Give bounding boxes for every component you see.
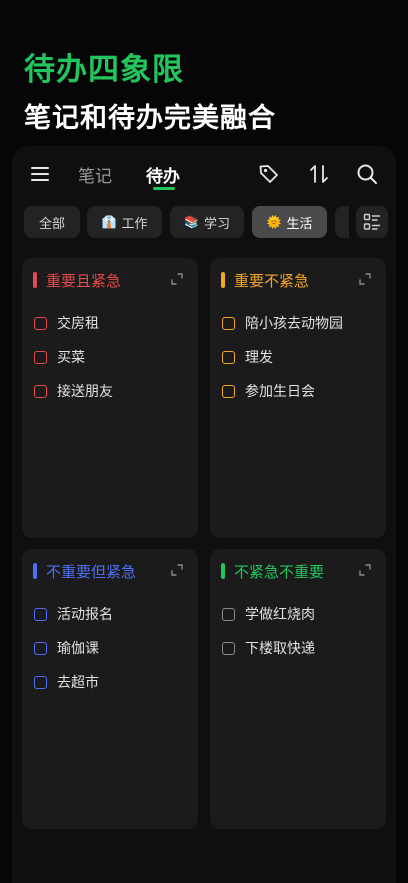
- quadrant-not-important-urgent: 不重要但紧急 活动报名 瑜伽课 去超市: [22, 549, 198, 829]
- search-icon[interactable]: [355, 162, 379, 186]
- quadrant-header: 不紧急不重要: [210, 549, 386, 593]
- task-label: 活动报名: [57, 607, 113, 623]
- filter-chip-all[interactable]: 全部: [24, 206, 80, 238]
- task-label: 瑜伽课: [57, 641, 99, 657]
- task-item[interactable]: 去超市: [34, 670, 184, 694]
- list-layout-icon: [363, 213, 381, 230]
- task-label: 学做红烧肉: [245, 607, 315, 623]
- task-label: 接送朋友: [57, 384, 113, 400]
- filter-chip-work[interactable]: 👔 工作: [87, 206, 162, 238]
- quadrant-color-bar: [221, 563, 225, 579]
- task-item[interactable]: 接送朋友: [34, 379, 184, 403]
- hero-title: 待办四象限: [24, 52, 184, 88]
- task-item[interactable]: 学做红烧肉: [222, 602, 372, 626]
- quadrant-color-bar: [221, 272, 225, 288]
- task-label: 去超市: [57, 675, 99, 691]
- expand-icon[interactable]: [170, 563, 184, 577]
- quadrant-title: 不紧急不重要: [234, 563, 325, 581]
- filter-chip-partial[interactable]: [335, 206, 349, 238]
- quadrant-color-bar: [33, 563, 37, 579]
- tag-icon[interactable]: [257, 162, 281, 186]
- tab-todo[interactable]: 待办: [146, 162, 180, 187]
- task-checkbox[interactable]: [34, 384, 47, 398]
- task-label: 理发: [245, 350, 273, 366]
- filter-chip-label: 全部: [38, 216, 65, 232]
- task-item[interactable]: 参加生日会: [222, 379, 372, 403]
- task-item[interactable]: 理发: [222, 345, 372, 369]
- task-checkbox[interactable]: [34, 607, 47, 621]
- task-checkbox[interactable]: [222, 384, 235, 398]
- task-checkbox[interactable]: [34, 350, 47, 364]
- sort-icon[interactable]: [307, 162, 331, 186]
- necktie-icon: 👔: [101, 215, 117, 229]
- sun-icon: 🌞: [266, 215, 282, 229]
- task-checkbox[interactable]: [34, 675, 47, 689]
- task-checkbox[interactable]: [222, 316, 235, 330]
- quadrant-important-not-urgent: 重要不紧急 陪小孩去动物园 理发 参加生日会: [210, 258, 386, 538]
- filter-chip-label: 学习: [203, 216, 230, 232]
- quadrant-title: 重要且紧急: [46, 272, 122, 290]
- layout-toggle-button[interactable]: [356, 206, 388, 238]
- active-tab-indicator: [153, 187, 175, 190]
- task-checkbox[interactable]: [34, 316, 47, 330]
- quadrant-header: 重要且紧急: [22, 258, 198, 302]
- task-item[interactable]: 买菜: [34, 345, 184, 369]
- category-filter-bar: 全部 👔 工作 📚 学习 🌞 生活: [12, 204, 396, 242]
- hero-subtitle: 笔记和待办完美融合: [24, 103, 276, 134]
- task-label: 陪小孩去动物园: [245, 316, 343, 332]
- filter-chip-label: 工作: [121, 216, 148, 232]
- filter-chip-label: 生活: [286, 216, 313, 232]
- task-label: 参加生日会: [245, 384, 315, 400]
- task-label: 下楼取快递: [245, 641, 315, 657]
- task-checkbox[interactable]: [222, 607, 235, 621]
- task-checkbox[interactable]: [222, 641, 235, 655]
- quadrant-title: 不重要但紧急: [46, 563, 137, 581]
- app-screen: 笔记 待办 全部 👔 工作 📚 学习 🌞 生活 重要且紧急 交房租 买菜 接送朋…: [12, 146, 396, 883]
- task-item[interactable]: 活动报名: [34, 602, 184, 626]
- menu-icon[interactable]: [30, 163, 52, 185]
- task-item[interactable]: 交房租: [34, 311, 184, 335]
- quadrant-header: 重要不紧急: [210, 258, 386, 302]
- top-navbar: 笔记 待办: [12, 146, 396, 202]
- quadrant-color-bar: [33, 272, 37, 288]
- task-item[interactable]: 瑜伽课: [34, 636, 184, 660]
- quadrant-not-important-not-urgent: 不紧急不重要 学做红烧肉 下楼取快递: [210, 549, 386, 829]
- books-icon: 📚: [184, 215, 199, 229]
- tab-notes[interactable]: 笔记: [78, 162, 112, 187]
- task-checkbox[interactable]: [222, 350, 235, 364]
- task-item[interactable]: 下楼取快递: [222, 636, 372, 660]
- filter-chip-study[interactable]: 📚 学习: [170, 206, 244, 238]
- filter-chip-life[interactable]: 🌞 生活: [252, 206, 327, 238]
- task-label: 交房租: [57, 316, 99, 332]
- expand-icon[interactable]: [358, 563, 372, 577]
- quadrant-header: 不重要但紧急: [22, 549, 198, 593]
- task-item[interactable]: 陪小孩去动物园: [222, 311, 372, 335]
- expand-icon[interactable]: [170, 272, 184, 286]
- task-label: 买菜: [57, 350, 85, 366]
- expand-icon[interactable]: [358, 272, 372, 286]
- quadrant-important-urgent: 重要且紧急 交房租 买菜 接送朋友: [22, 258, 198, 538]
- quadrant-title: 重要不紧急: [234, 272, 310, 290]
- task-checkbox[interactable]: [34, 641, 47, 655]
